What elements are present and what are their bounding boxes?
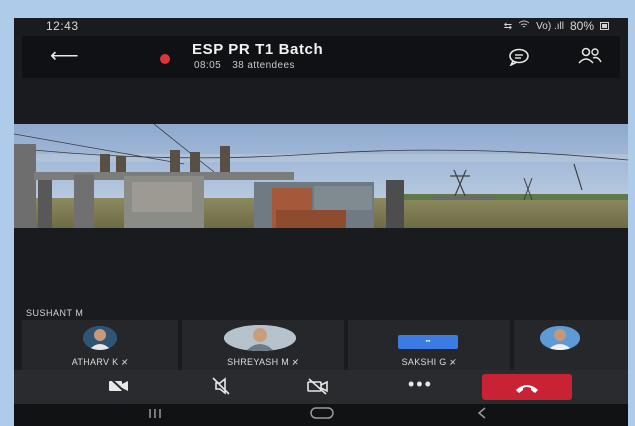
attendee-count: 38 attendees bbox=[232, 60, 295, 71]
participant-label: SAKSHI G ✕̸ bbox=[348, 357, 510, 367]
avatar bbox=[540, 326, 580, 350]
mic-off-icon: ✕̸ bbox=[449, 358, 457, 367]
call-subtitle: 08:05 38 attendees bbox=[194, 60, 303, 71]
signal-icon: Vo) .ıll bbox=[536, 20, 564, 32]
chat-icon[interactable] bbox=[508, 48, 530, 71]
participant-label: ATHARV K ✕̸ bbox=[22, 357, 178, 367]
status-time: 12:43 bbox=[46, 19, 79, 33]
camera-icon[interactable] bbox=[108, 376, 130, 399]
mute-icon[interactable] bbox=[210, 376, 232, 401]
more-icon[interactable]: ••• bbox=[408, 374, 433, 395]
avatar bbox=[224, 325, 296, 351]
active-speaker-name: SUSHANT M bbox=[26, 308, 84, 318]
nfc-icon: ⇆ bbox=[503, 20, 513, 32]
home-icon[interactable] bbox=[310, 406, 334, 425]
substation-video-frame bbox=[14, 124, 628, 228]
system-nav-bar bbox=[14, 404, 628, 426]
battery-percent: 80% bbox=[569, 19, 594, 33]
participant-name: ATHARV K bbox=[71, 357, 119, 367]
call-duration: 08:05 bbox=[194, 60, 222, 71]
participant-name: SHREYASH M bbox=[227, 357, 289, 367]
mic-off-icon: ✕̸ bbox=[121, 358, 129, 367]
end-call-button[interactable] bbox=[482, 374, 572, 400]
mic-off-icon: ✕̸ bbox=[291, 358, 299, 367]
call-controls: ••• bbox=[14, 370, 628, 404]
call-header: ⟵ ESP PR T1 Batch 08:05 38 attendees bbox=[22, 36, 620, 78]
call-title: ESP PR T1 Batch bbox=[192, 41, 324, 58]
avatar bbox=[83, 326, 117, 350]
people-icon[interactable] bbox=[578, 47, 602, 70]
video-paused-badge: ▪▪ bbox=[398, 335, 458, 349]
recents-icon[interactable] bbox=[148, 406, 162, 424]
recording-dot-icon bbox=[160, 54, 170, 64]
participant-tile[interactable]: ▪▪ SAKSHI G ✕̸ bbox=[348, 320, 510, 370]
battery-icon bbox=[600, 19, 610, 33]
participant-tile[interactable] bbox=[514, 320, 628, 370]
shared-video[interactable] bbox=[14, 124, 628, 228]
participant-name: SAKSHI G bbox=[401, 357, 447, 367]
participant-tile[interactable]: SHREYASH M ✕̸ bbox=[182, 320, 344, 370]
participant-strip: ATHARV K ✕̸ SHREYASH M ✕̸ ▪▪ SAKSHI G ✕̸ bbox=[14, 320, 628, 370]
phone-screen: 12:43 ⇆ Vo) .ıll 80% ⟵ ESP PR T1 Batch 0… bbox=[14, 18, 628, 426]
back-icon[interactable] bbox=[476, 406, 488, 425]
participant-tile[interactable]: ATHARV K ✕̸ bbox=[22, 320, 178, 370]
participant-label: SHREYASH M ✕̸ bbox=[182, 357, 344, 367]
video-off-icon[interactable] bbox=[306, 376, 330, 401]
back-arrow-icon[interactable]: ⟵ bbox=[50, 46, 79, 66]
wifi-icon bbox=[518, 20, 530, 32]
status-bar: 12:43 ⇆ Vo) .ıll 80% bbox=[14, 18, 628, 34]
status-icons: ⇆ Vo) .ıll 80% bbox=[504, 19, 610, 33]
end-call-icon bbox=[514, 381, 540, 399]
